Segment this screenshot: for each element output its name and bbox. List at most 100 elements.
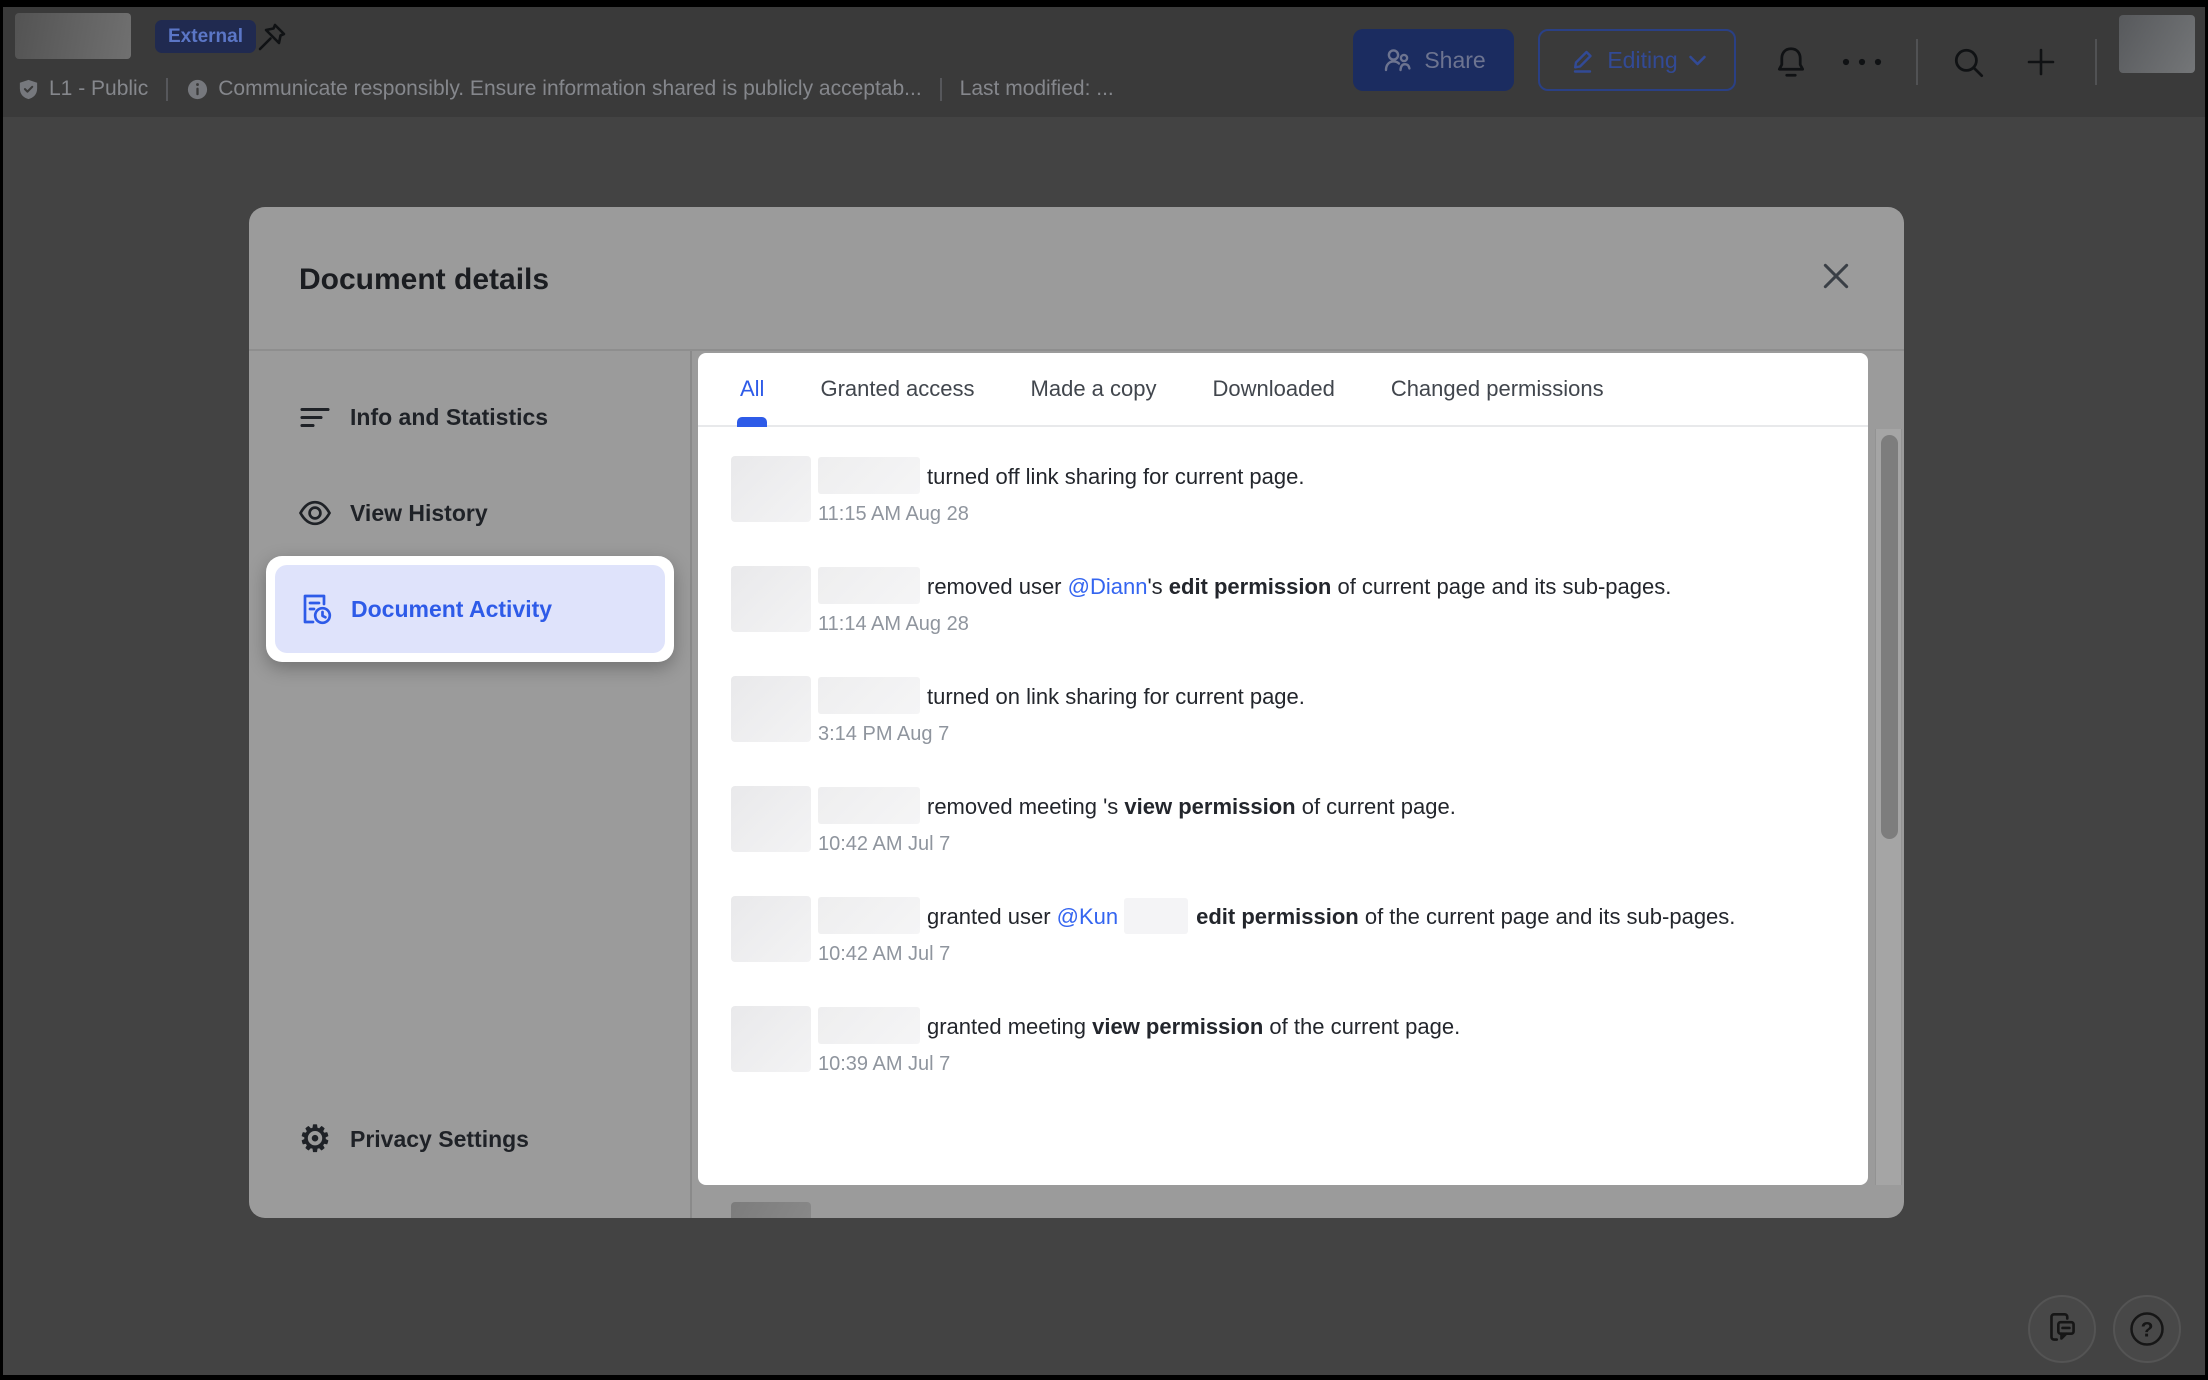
- redacted-user-name: [818, 1007, 920, 1044]
- search-icon[interactable]: [1949, 43, 1989, 83]
- activity-segment: granted user: [927, 904, 1057, 929]
- close-icon[interactable]: [1811, 251, 1861, 301]
- tab-downloaded[interactable]: Downloaded: [1213, 353, 1335, 425]
- sidebar-item-view-history[interactable]: View History: [297, 495, 488, 531]
- activity-text: turned on link sharing for current page.: [818, 676, 1768, 718]
- activity-body: removed user @Diann's edit permission of…: [818, 566, 1768, 638]
- activity-segment: turned on link sharing for current page.: [927, 684, 1305, 709]
- activity-list-item: removed user @Diann's edit permission of…: [731, 566, 1838, 638]
- activity-segment: edit permission: [1169, 574, 1332, 599]
- activity-body: granted user @Kun edit permission of the …: [818, 896, 1768, 968]
- activity-list-item: granted user @Kun edit permission of the …: [731, 896, 1838, 968]
- document-activity-icon: [297, 591, 334, 628]
- document-meta-row: L1 - Public Communicate responsibly. Ens…: [17, 69, 1114, 109]
- scrollbar-thumb[interactable]: [1881, 435, 1898, 839]
- editing-mode-button[interactable]: Editing: [1538, 29, 1736, 91]
- tab-label: Granted access: [820, 376, 974, 402]
- activity-segment: of the current page.: [1263, 1014, 1460, 1039]
- feedback-comment-icon: [2042, 1309, 2082, 1349]
- tab-changed-permissions[interactable]: Changed permissions: [1391, 353, 1604, 425]
- editing-mode-label: Editing: [1607, 47, 1677, 74]
- external-badge: External: [155, 20, 256, 53]
- sidebar-item-privacy-settings[interactable]: ⚙ Privacy Settings: [297, 1121, 529, 1157]
- redacted-avatar: [731, 1006, 811, 1072]
- activity-list-item: removed meeting 's view permission of cu…: [731, 786, 1838, 858]
- help-button[interactable]: ?: [2113, 1295, 2181, 1363]
- header-divider: [249, 349, 1904, 351]
- sidebar-item-label: Info and Statistics: [350, 404, 548, 431]
- chevron-down-icon: [1688, 54, 1707, 67]
- info-icon: [186, 78, 209, 101]
- notifications-bell-icon[interactable]: [1771, 41, 1811, 83]
- partially-visible-avatar: [731, 1202, 811, 1218]
- responsibility-banner: Communicate responsibly. Ensure informat…: [218, 77, 921, 101]
- sidebar-item-label: Privacy Settings: [350, 1126, 529, 1153]
- document-details-dialog: Document details Info and Statistics: [249, 207, 1904, 1218]
- activity-list-item: turned off link sharing for current page…: [731, 456, 1838, 528]
- activity-segment: removed meeting 's: [927, 794, 1124, 819]
- user-mention-link[interactable]: @Kun: [1057, 904, 1118, 929]
- share-button[interactable]: Share: [1353, 29, 1514, 91]
- sidebar-item-label: Document Activity: [351, 596, 552, 623]
- gear-icon: ⚙: [297, 1121, 333, 1157]
- activity-text: removed meeting 's view permission of cu…: [818, 786, 1768, 828]
- redacted-avatar: [731, 676, 811, 742]
- user-mention-link[interactable]: @Diann: [1068, 574, 1148, 599]
- activity-body: removed meeting 's view permission of cu…: [818, 786, 1768, 858]
- activity-timestamp: 11:15 AM Aug 28: [818, 500, 1768, 528]
- activity-text: granted meeting view permission of the c…: [818, 1006, 1768, 1048]
- tab-all[interactable]: All: [740, 353, 764, 425]
- redacted-user-name: [818, 677, 920, 714]
- activity-text: granted user @Kun edit permission of the …: [818, 896, 1768, 938]
- activity-timestamp: 10:39 AM Jul 7: [818, 1050, 1768, 1078]
- security-shield-icon: [17, 78, 40, 101]
- divider: [166, 78, 168, 101]
- dimmed-page-overlay: External L1 - Public Communicate respons…: [3, 7, 2205, 1375]
- tab-label: All: [740, 376, 764, 402]
- sidebar-item-info-statistics[interactable]: Info and Statistics: [297, 400, 548, 434]
- tab-made-a-copy[interactable]: Made a copy: [1031, 353, 1157, 425]
- feedback-button[interactable]: [2028, 1295, 2096, 1363]
- document-activity-panel: All Granted access Made a copy Downloade…: [698, 353, 1868, 1185]
- activity-segment: granted meeting: [927, 1014, 1092, 1039]
- redacted-user-name: [818, 787, 920, 824]
- redacted-avatar: [731, 456, 811, 522]
- new-document-plus-icon[interactable]: [2021, 41, 2061, 83]
- user-avatar[interactable]: [2119, 15, 2195, 73]
- activity-segment: view permission: [1092, 1014, 1263, 1039]
- redacted-avatar: [731, 786, 811, 852]
- security-level-label: L1 - Public: [49, 77, 148, 101]
- sidebar-divider: [690, 351, 692, 1218]
- active-tab-indicator: [737, 417, 767, 427]
- redacted-user-name: [818, 457, 920, 494]
- activity-timestamp: 3:14 PM Aug 7: [818, 720, 1768, 748]
- redacted-user-name: [818, 897, 920, 934]
- activity-segment: edit permission: [1196, 904, 1359, 929]
- activity-list: turned off link sharing for current page…: [698, 427, 1868, 1185]
- help-question-icon: ?: [2127, 1309, 2167, 1349]
- more-options-icon[interactable]: [1837, 51, 1887, 73]
- help-glyph: ?: [2141, 1319, 2154, 1342]
- activity-text: turned off link sharing for current page…: [818, 456, 1768, 498]
- activity-segment: turned off link sharing for current page…: [927, 464, 1304, 489]
- activity-text: removed user @Diann's edit permission of…: [818, 566, 1768, 608]
- redacted-text: [1124, 898, 1188, 934]
- activity-timestamp: 11:14 AM Aug 28: [818, 610, 1768, 638]
- redacted-user-name: [818, 567, 920, 604]
- activity-segment: of the current page and its sub-pages.: [1359, 904, 1736, 929]
- top-toolbar: External L1 - Public Communicate respons…: [3, 7, 2205, 117]
- activity-body: turned off link sharing for current page…: [818, 456, 1768, 528]
- sidebar-item-document-activity[interactable]: Document Activity: [275, 565, 665, 653]
- pin-icon[interactable]: [253, 20, 289, 56]
- activity-segment: 's: [1147, 574, 1168, 599]
- last-modified-label: Last modified: ...: [960, 77, 1114, 101]
- redacted-avatar: [731, 896, 811, 962]
- info-statistics-icon: [297, 400, 333, 434]
- activity-list-item: turned on link sharing for current page.…: [731, 676, 1838, 748]
- activity-timestamp: 10:42 AM Jul 7: [818, 830, 1768, 858]
- redacted-avatar: [731, 566, 811, 632]
- toolbar-divider: [1916, 39, 1918, 85]
- activity-filter-tabs: All Granted access Made a copy Downloade…: [698, 353, 1868, 427]
- tab-granted-access[interactable]: Granted access: [820, 353, 974, 425]
- activity-segment: of current page and its sub-pages.: [1331, 574, 1671, 599]
